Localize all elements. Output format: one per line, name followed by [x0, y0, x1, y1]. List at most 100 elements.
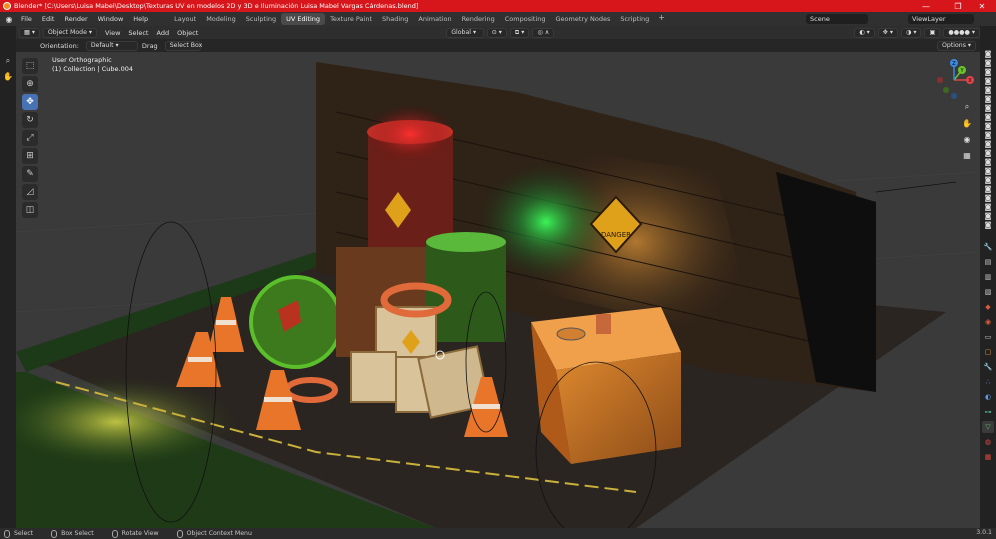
- menu-help[interactable]: Help: [128, 15, 153, 23]
- tab-uv-editing[interactable]: UV Editing: [281, 13, 326, 25]
- rotate-tool[interactable]: ↻: [22, 112, 38, 128]
- scene-properties-icon[interactable]: ◆: [982, 301, 994, 313]
- tab-compositing[interactable]: Compositing: [500, 13, 551, 25]
- camera-visibility-icon[interactable]: ◙: [983, 212, 993, 220]
- proportional-edit-icon[interactable]: ◎ ∧: [532, 27, 555, 38]
- select-box-tool[interactable]: ⬚: [22, 58, 38, 74]
- scene-name: Scene: [810, 15, 830, 23]
- render-properties-icon[interactable]: ▤: [982, 256, 994, 268]
- close-button[interactable]: ✕: [968, 0, 996, 12]
- cursor-tool[interactable]: ⊕: [22, 76, 38, 92]
- menu-file[interactable]: File: [16, 15, 37, 23]
- physics-properties-icon[interactable]: ◐: [982, 391, 994, 403]
- tab-geometry-nodes[interactable]: Geometry Nodes: [551, 13, 616, 25]
- zoom-view-icon[interactable]: ⌕: [960, 100, 974, 114]
- material-properties-icon[interactable]: ◍: [982, 436, 994, 448]
- editor-type-dropdown[interactable]: ▦ ▾: [19, 27, 40, 38]
- drag-dropdown[interactable]: Select Box: [164, 40, 202, 51]
- perspective-toggle-icon[interactable]: ▦: [960, 148, 974, 162]
- menu-object[interactable]: Object: [173, 29, 202, 37]
- options-dropdown[interactable]: Options ▾: [937, 40, 976, 51]
- object-properties-icon[interactable]: ▢: [982, 346, 994, 358]
- add-workspace-button[interactable]: +: [654, 13, 669, 25]
- pan-view-icon[interactable]: ✋: [960, 116, 974, 130]
- transform-orientation-dropdown[interactable]: Global ▾: [446, 27, 484, 38]
- collection-properties-icon[interactable]: ▭: [982, 331, 994, 343]
- camera-visibility-icon[interactable]: ◙: [983, 113, 993, 121]
- camera-visibility-icon[interactable]: ◙: [983, 221, 993, 229]
- danger-sign-text: DANGER: [601, 231, 631, 239]
- transform-tool[interactable]: ⊞: [22, 148, 38, 164]
- tab-rendering[interactable]: Rendering: [457, 13, 500, 25]
- menu-render[interactable]: Render: [59, 15, 92, 23]
- world-properties-icon[interactable]: ◉: [982, 316, 994, 328]
- zoom-tool-icon[interactable]: ⌕: [0, 56, 16, 66]
- tab-scripting[interactable]: Scripting: [615, 13, 654, 25]
- output-properties-icon[interactable]: ▥: [982, 271, 994, 283]
- camera-visibility-icon[interactable]: ◙: [983, 59, 993, 67]
- overlay-toggle-icon[interactable]: ◑ ▾: [900, 27, 922, 38]
- camera-visibility-icon[interactable]: ◙: [983, 77, 993, 85]
- camera-visibility-icon[interactable]: ◙: [983, 95, 993, 103]
- hand-tool-icon[interactable]: ✋: [0, 72, 16, 81]
- camera-visibility-icon[interactable]: ◙: [983, 167, 993, 175]
- options-label: Options: [942, 42, 966, 49]
- annotate-tool[interactable]: ✎: [22, 166, 38, 182]
- camera-visibility-icon[interactable]: ◙: [983, 176, 993, 184]
- menu-add[interactable]: Add: [152, 29, 173, 37]
- tab-shading[interactable]: Shading: [377, 13, 413, 25]
- window-title: Blender* [C:\Users\Luisa Mabel\Desktop\T…: [14, 2, 419, 10]
- snap-icon[interactable]: ⧉ ▾: [509, 27, 530, 38]
- modifier-properties-icon[interactable]: 🔧: [982, 361, 994, 373]
- title-bar: Blender* [C:\Users\Luisa Mabel\Desktop\T…: [0, 0, 996, 12]
- move-tool[interactable]: ✥: [22, 94, 38, 110]
- camera-visibility-icon[interactable]: ◙: [983, 185, 993, 193]
- mode-dropdown[interactable]: Object Mode ▾: [42, 27, 97, 38]
- view-layer-properties-icon[interactable]: ▧: [982, 286, 994, 298]
- tool-properties-icon[interactable]: 🔧: [982, 241, 994, 253]
- camera-visibility-icon[interactable]: ◙: [983, 140, 993, 148]
- tab-animation[interactable]: Animation: [413, 13, 456, 25]
- blender-logo-icon[interactable]: ◉: [2, 12, 16, 26]
- minimize-button[interactable]: —: [912, 0, 940, 12]
- pivot-point-icon[interactable]: ⊙ ▾: [486, 27, 507, 38]
- menu-select[interactable]: Select: [124, 29, 152, 37]
- navigation-gizmo[interactable]: X Y Z: [932, 58, 976, 102]
- scene-selector[interactable]: Scene: [806, 14, 868, 24]
- camera-visibility-icon[interactable]: ◙: [983, 68, 993, 76]
- scale-tool[interactable]: ⤢: [22, 130, 38, 146]
- menu-window[interactable]: Window: [93, 15, 129, 23]
- camera-visibility-icon[interactable]: ◙: [983, 203, 993, 211]
- camera-visibility-icon[interactable]: ◙: [983, 131, 993, 139]
- camera-visibility-icon[interactable]: ◙: [983, 50, 993, 58]
- add-cube-tool[interactable]: ◫: [22, 202, 38, 218]
- menu-edit[interactable]: Edit: [37, 15, 60, 23]
- status-rotate-label: Rotate View: [121, 530, 159, 537]
- tab-sculpting[interactable]: Sculpting: [241, 13, 281, 25]
- shading-modes-icon[interactable]: ●●●● ▾: [943, 27, 980, 38]
- camera-visibility-icon[interactable]: ◙: [983, 149, 993, 157]
- camera-visibility-icon[interactable]: ◙: [983, 158, 993, 166]
- tape-roll-2: [596, 314, 611, 334]
- particles-properties-icon[interactable]: ∴: [982, 376, 994, 388]
- camera-visibility-icon[interactable]: ◙: [983, 86, 993, 94]
- 3d-viewport[interactable]: DANGER User Orthographic (1) Collection …: [16, 52, 980, 528]
- camera-visibility-icon[interactable]: ◙: [983, 122, 993, 130]
- menu-view[interactable]: View: [101, 29, 124, 37]
- gizmo-toggle-icon[interactable]: ✥ ▾: [877, 27, 898, 38]
- constraints-properties-icon[interactable]: ⊶: [982, 406, 994, 418]
- texture-properties-icon[interactable]: ▦: [982, 451, 994, 463]
- mode-label: Object Mode: [47, 29, 87, 36]
- tab-modeling[interactable]: Modeling: [201, 13, 241, 25]
- camera-visibility-icon[interactable]: ◙: [983, 194, 993, 202]
- camera-visibility-icon[interactable]: ◙: [983, 104, 993, 112]
- xray-toggle-icon[interactable]: ▣: [924, 27, 941, 38]
- measure-tool[interactable]: ◿: [22, 184, 38, 200]
- visibility-icon[interactable]: ◐ ▾: [854, 27, 875, 38]
- tab-layout[interactable]: Layout: [169, 13, 201, 25]
- data-properties-icon[interactable]: ▽: [982, 421, 994, 433]
- orientation-dropdown[interactable]: Default ▾: [85, 40, 138, 51]
- view-layer-selector[interactable]: ViewLayer: [908, 14, 974, 24]
- camera-view-icon[interactable]: ◉: [960, 132, 974, 146]
- tab-texture-paint[interactable]: Texture Paint: [325, 13, 377, 25]
